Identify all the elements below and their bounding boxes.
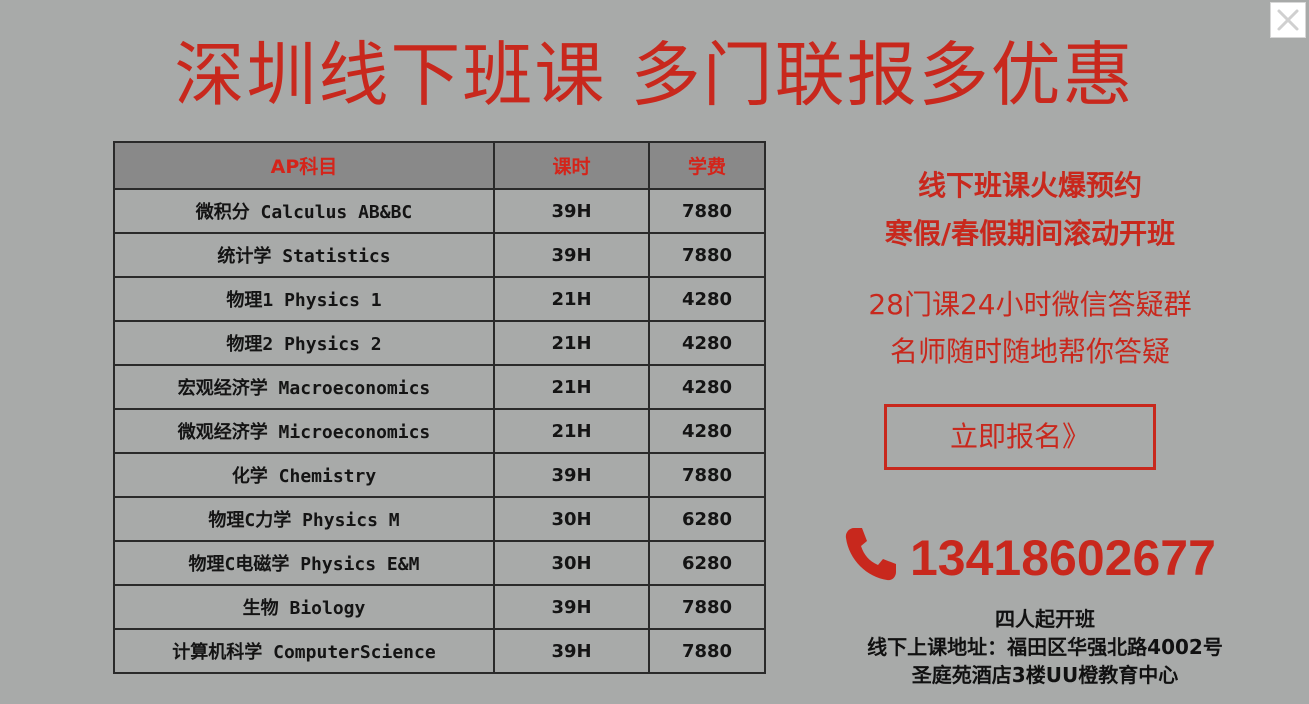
table-row: 统计学 Statistics 39H 7880	[113, 232, 766, 278]
cell-hours: 21H	[493, 276, 650, 322]
cell-fee: 7880	[648, 232, 766, 278]
cell-fee: 7880	[648, 188, 766, 234]
cell-hours: 30H	[493, 496, 650, 542]
cell-fee: 6280	[648, 540, 766, 586]
cell-hours: 39H	[493, 584, 650, 630]
address-line-2: 圣庭苑酒店3楼UU橙教育中心	[911, 663, 1179, 687]
cell-hours: 39H	[493, 452, 650, 498]
cell-subject: 微积分 Calculus AB&BC	[113, 188, 495, 234]
support-teacher-text: 名师随时随地帮你答疑	[889, 335, 1170, 368]
cell-fee: 7880	[648, 452, 766, 498]
course-table-container: AP科目 课时 学费 微积分 Calculus AB&BC 39H 7880 统…	[113, 141, 766, 674]
cell-subject: 统计学 Statistics	[113, 232, 495, 278]
cell-subject: 微观经济学 Microeconomics	[113, 408, 495, 454]
cell-subject: 物理1 Physics 1	[113, 276, 495, 322]
table-row: 化学 Chemistry 39H 7880	[113, 452, 766, 498]
cell-subject: 计算机科学 ComputerScience	[113, 628, 495, 674]
promo-booking-text: 线下班课火爆预约	[917, 169, 1142, 202]
cell-subject: 化学 Chemistry	[113, 452, 495, 498]
header-subject: AP科目	[113, 141, 495, 190]
cell-subject: 生物 Biology	[113, 584, 495, 630]
header-fee: 学费	[648, 141, 766, 190]
header-hours: 课时	[493, 141, 650, 190]
table-row: 物理1 Physics 1 21H 4280	[113, 276, 766, 322]
table-row: 物理C电磁学 Physics E&M 30H 6280	[113, 540, 766, 586]
cell-fee: 4280	[648, 408, 766, 454]
phone-number[interactable]: 13418602677	[910, 528, 1216, 588]
cell-hours: 39H	[493, 232, 650, 278]
cell-subject: 物理C电磁学 Physics E&M	[113, 540, 495, 586]
close-button[interactable]	[1270, 2, 1306, 38]
cell-hours: 39H	[493, 188, 650, 234]
phone-icon	[845, 528, 896, 581]
close-icon	[1277, 9, 1299, 31]
table-row: 微观经济学 Microeconomics 21H 4280	[113, 408, 766, 454]
min-class-size-text: 四人起开班	[995, 607, 1095, 631]
address-line-1: 线下上课地址：福田区华强北路4002号	[867, 635, 1223, 659]
table-header-row: AP科目 课时 学费	[113, 141, 766, 190]
cell-fee: 7880	[648, 628, 766, 674]
table-row: 物理C力学 Physics M 30H 6280	[113, 496, 766, 542]
support-group-text: 28门课24小时微信答疑群	[868, 288, 1192, 321]
cell-fee: 4280	[648, 364, 766, 410]
cell-subject: 物理2 Physics 2	[113, 320, 495, 366]
table-row: 物理2 Physics 2 21H 4280	[113, 320, 766, 366]
cell-hours: 39H	[493, 628, 650, 674]
cell-hours: 21H	[493, 364, 650, 410]
cell-fee: 4280	[648, 276, 766, 322]
table-row: 计算机科学 ComputerScience 39H 7880	[113, 628, 766, 674]
promo-schedule-text: 寒假/春假期间滚动开班	[884, 217, 1176, 250]
cell-hours: 30H	[493, 540, 650, 586]
table-row: 微积分 Calculus AB&BC 39H 7880	[113, 188, 766, 234]
cell-hours: 21H	[493, 408, 650, 454]
cell-hours: 21H	[493, 320, 650, 366]
table-row: 宏观经济学 Macroeconomics 21H 4280	[113, 364, 766, 410]
cell-fee: 7880	[648, 584, 766, 630]
cell-subject: 宏观经济学 Macroeconomics	[113, 364, 495, 410]
cell-fee: 4280	[648, 320, 766, 366]
signup-button[interactable]: 立即报名》	[884, 404, 1156, 470]
page-headline: 深圳线下班课 多门联报多优惠	[174, 34, 1135, 116]
course-price-table: AP科目 课时 学费 微积分 Calculus AB&BC 39H 7880 统…	[113, 141, 766, 674]
cell-subject: 物理C力学 Physics M	[113, 496, 495, 542]
table-row: 生物 Biology 39H 7880	[113, 584, 766, 630]
cell-fee: 6280	[648, 496, 766, 542]
